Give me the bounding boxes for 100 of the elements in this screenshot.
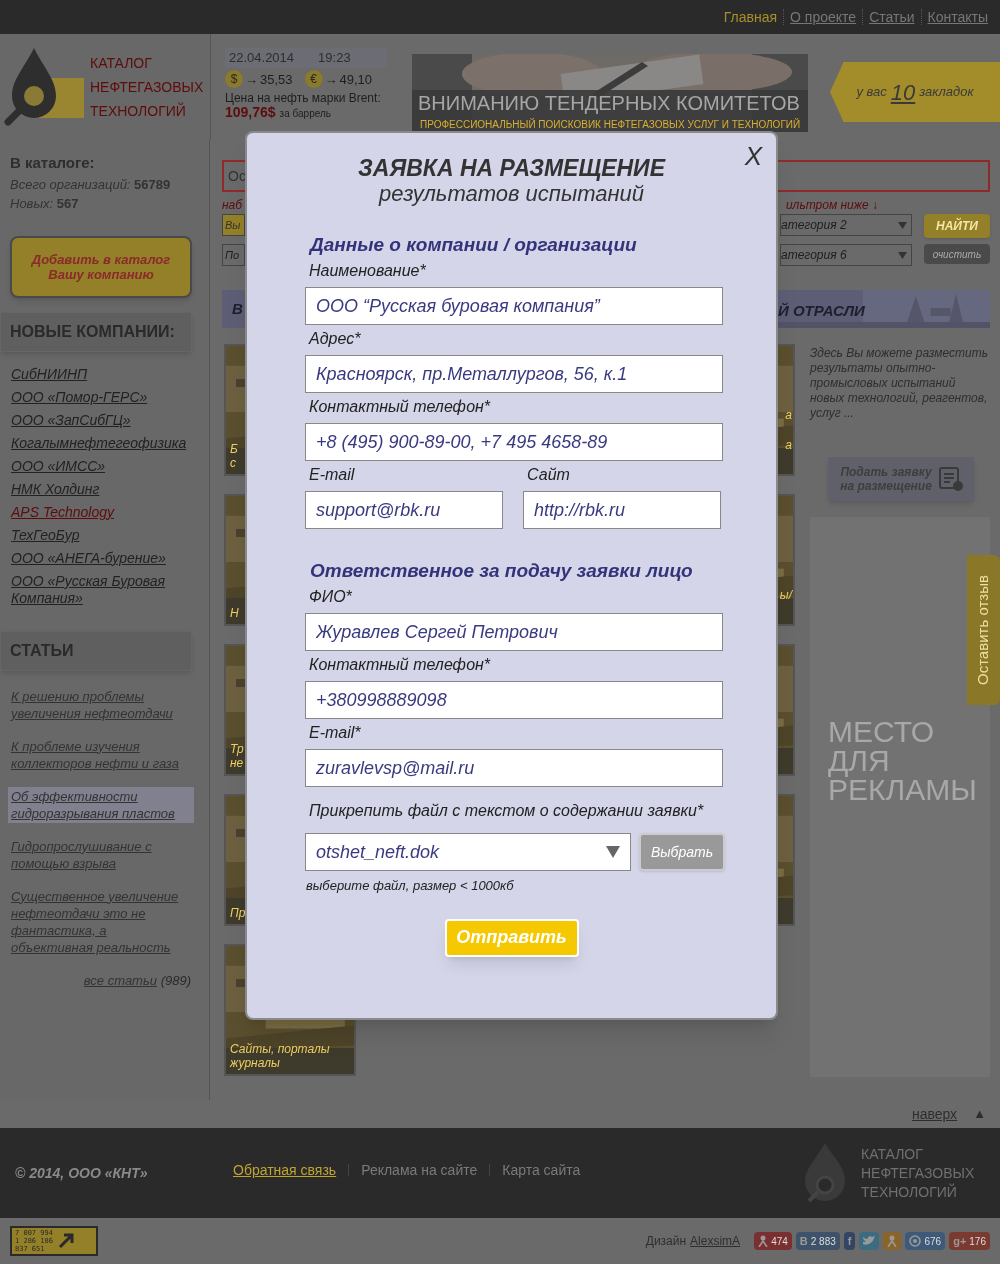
person-icon xyxy=(887,1235,898,1247)
back-to-top-link[interactable]: наверх xyxy=(911,1103,958,1125)
dropdown-icon xyxy=(898,221,907,229)
copyright-text: © 2014, ООО «КНТ» xyxy=(15,1163,149,1183)
company-link[interactable]: ООО «ЗапСибГЦ» xyxy=(11,411,191,429)
field-label: Адрес* xyxy=(307,329,362,349)
find-button[interactable]: НАЙТИ xyxy=(924,214,990,238)
browse-button[interactable]: Выбрать xyxy=(639,833,725,871)
feedback-tab[interactable]: Оставить отзыв xyxy=(967,555,1000,705)
field-label: Контактный телефон* xyxy=(308,397,492,417)
card-label: ы/ xyxy=(779,587,792,604)
nav-link[interactable]: О проекте xyxy=(790,6,857,28)
company-link[interactable]: ООО «ИМСС» xyxy=(11,457,191,475)
field-label: Прикрепить файл с текстом о содержании заявки* xyxy=(308,801,705,821)
dropdown-icon xyxy=(898,251,907,259)
article-count: (989) xyxy=(160,972,191,988)
oil-unit: за баррель xyxy=(279,107,331,121)
info-text: Здесь Вы можете разместить результаты опытно-промысловых испытаний новых технологий, реагентов, услуг ... xyxy=(810,346,990,421)
input-field[interactable]: http://rbk.ru xyxy=(523,491,721,529)
company-link[interactable]: ООО «АНЕГА-бурение» xyxy=(11,549,191,567)
field-label: ФИО* xyxy=(308,587,353,607)
oil-price: 109,76$ xyxy=(225,105,276,119)
nav-link[interactable]: Статьи xyxy=(869,6,915,28)
footer-link[interactable]: Реклама на сайте xyxy=(361,1159,478,1181)
category-select[interactable]: Вы xyxy=(222,214,245,236)
logo-text: КАТАЛОГ НЕФТЕГАЗОВЫХ ТЕХНОЛОГИЙ xyxy=(90,54,204,121)
company-link[interactable]: ООО «Русская Буровая Компания» xyxy=(11,572,191,607)
catalog-title: В каталоге: xyxy=(9,153,96,173)
social-button[interactable]: 474 xyxy=(754,1232,792,1250)
footer-link[interactable]: Обратная связь xyxy=(233,1159,337,1181)
banner-title: Й ОТРАСЛИ xyxy=(778,301,865,321)
currency-icon: € xyxy=(304,70,323,89)
search-input[interactable]: По xyxy=(222,244,245,266)
card-label: Н xyxy=(230,606,239,620)
social-button[interactable]: 676 xyxy=(905,1232,946,1250)
card-label: Б xyxy=(230,442,238,456)
letter-icon: f xyxy=(847,1232,852,1250)
card-label: Сайты, порталы xyxy=(230,1042,330,1056)
social-button[interactable]: f xyxy=(843,1232,856,1250)
input-field[interactable]: +380998889098 xyxy=(305,681,723,719)
field-label: E-mail* xyxy=(308,723,362,743)
card-label: а xyxy=(785,407,792,424)
search-field[interactable] xyxy=(778,160,990,192)
designer-link[interactable]: AlexsimA xyxy=(690,1232,741,1250)
design-label: Дизайн xyxy=(645,1233,687,1250)
letter-icon: B xyxy=(799,1232,808,1250)
logo-icon xyxy=(803,1143,847,1203)
search-hint: ильтром ниже ↓ xyxy=(785,198,878,212)
input-field[interactable]: ООО “Русская буровая компания” xyxy=(305,287,723,325)
modal-subtitle: результатов испытаний xyxy=(378,181,645,207)
card-label: а xyxy=(785,437,792,454)
time-text: 19:23 xyxy=(318,49,351,67)
company-link[interactable]: НМК Холдинг xyxy=(11,480,191,498)
rate-text: 49,10 xyxy=(339,70,373,89)
footer-link[interactable]: Карта сайта xyxy=(502,1159,581,1181)
input-field[interactable]: Журавлев Сергей Петрович xyxy=(305,613,723,651)
file-hint: выберите файл, размер < 1000кб xyxy=(305,877,515,895)
card-label: Тр xyxy=(230,742,244,756)
nav-link[interactable]: Контакты xyxy=(927,6,988,28)
company-link[interactable]: APS Technology xyxy=(11,503,191,521)
input-field[interactable]: Красноярск, пр.Металлургов, 56, к.1 xyxy=(305,355,723,393)
modal-title: ЗАЯВКА НА РАЗМЕЩЕНИЕ xyxy=(358,155,665,181)
card-label: Пр xyxy=(230,906,246,920)
add-company-button[interactable]: Добавить в каталог Вашу компанию xyxy=(10,235,192,298)
field-label: Сайт xyxy=(526,465,571,485)
company-link[interactable]: Когалымнефтегеофизика xyxy=(11,434,191,452)
logo-icon xyxy=(4,48,86,126)
card-label: журналы xyxy=(230,1056,281,1070)
social-button[interactable]: g+ 176 xyxy=(949,1232,990,1250)
input-field[interactable]: zuravlevsp@mail.ru xyxy=(305,749,723,787)
input-field[interactable]: +8 (495) 900-89-00, +7 495 4658-89 xyxy=(305,423,723,461)
company-link[interactable]: СибНИИНП xyxy=(11,365,191,383)
category-select[interactable]: атегория 6 xyxy=(780,244,912,266)
clear-button[interactable]: очистить xyxy=(924,244,990,264)
card-label: не xyxy=(230,756,244,770)
close-button[interactable]: X xyxy=(744,141,762,171)
field-label: Контактный телефон* xyxy=(308,655,492,675)
tender-banner[interactable]: ВНИМАНИЮ ТЕНДЕРНЫХ КОМИТЕТОВ ПРОФЕССИОНАЛЬНЫЙ ПОИСКОВИК НЕФТЕГАЗОВЫХ УСЛУГ И ТЕХНОЛОГИЙ xyxy=(412,54,808,132)
section-heading: Данные о компании / организации xyxy=(307,233,638,257)
social-button[interactable] xyxy=(859,1232,880,1250)
input-field[interactable]: support@rbk.ru xyxy=(305,491,503,529)
at-icon xyxy=(909,1235,922,1247)
article-link[interactable]: Об эффективности гидроразрывания пластов xyxy=(8,786,194,823)
up-arrow-icon[interactable]: ▲ xyxy=(973,1104,986,1124)
social-button[interactable] xyxy=(883,1232,902,1250)
category-select[interactable]: атегория 2 xyxy=(780,214,912,236)
social-button[interactable]: B 2 883 xyxy=(795,1232,840,1250)
person-icon xyxy=(758,1235,769,1247)
currency-icon: $ xyxy=(225,70,243,89)
company-link[interactable]: ТехГеоБур xyxy=(11,526,191,544)
field-label: Наименование* xyxy=(308,261,427,281)
letter-icon: g+ xyxy=(953,1232,967,1250)
card-label: с xyxy=(230,456,237,470)
footer-logo-text: КАТАЛОГ НЕФТЕГАЗОВЫХ ТЕХНОЛОГИЙ xyxy=(861,1144,975,1202)
date-text: 22.04.2014 xyxy=(229,49,295,67)
file-select[interactable]: otshet_neft.dok xyxy=(305,833,631,871)
nav-link[interactable]: Главная xyxy=(723,6,778,28)
list-add-icon xyxy=(938,466,964,492)
company-link[interactable]: ООО «Помор-ГЕРС» xyxy=(11,388,191,406)
search-hint: наб xyxy=(222,198,243,212)
